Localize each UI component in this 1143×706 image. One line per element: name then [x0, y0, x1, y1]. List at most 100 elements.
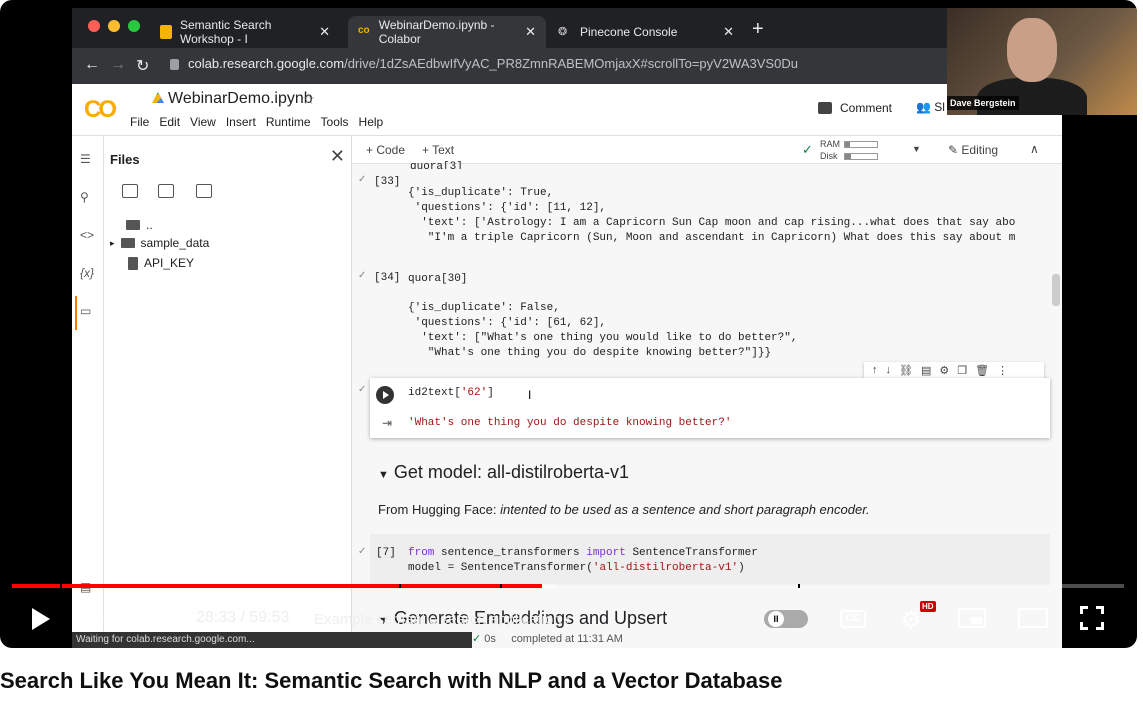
- lock-icon: [170, 59, 179, 70]
- chapter-marker: [500, 584, 502, 588]
- comment-button: Comment: [818, 101, 892, 115]
- active-cell: id2text['62'] I ⇥ 'What's one thing you …: [370, 378, 1050, 438]
- chapter-marker: [60, 584, 62, 588]
- cell-output: {'is_duplicate': False, 'questions': {'i…: [408, 302, 798, 359]
- close-icon: ✕: [723, 24, 734, 39]
- drive-icon: [152, 92, 164, 103]
- check-icon: ✓: [472, 633, 482, 645]
- theater-mode-button[interactable]: [1018, 608, 1048, 628]
- chevron-right-icon: ›: [565, 611, 571, 628]
- scrollbar-thumb: [1052, 274, 1060, 306]
- file-icon: [128, 256, 138, 270]
- browser-status: Waiting for colab.research.google.com...: [72, 632, 472, 648]
- colab-header: CO WebinarDemo.ipynb ☆ File Edit View In…: [72, 84, 1062, 136]
- chevron-up-icon: ∧: [1030, 142, 1039, 156]
- next-button[interactable]: [90, 608, 107, 628]
- menu-help: Help: [358, 115, 384, 129]
- cell-number: [34]: [374, 272, 401, 284]
- minimize-window-icon: [108, 20, 120, 32]
- code-snippets-icon: <>: [80, 228, 95, 242]
- folder-icon: [120, 238, 135, 248]
- colab-icon: co: [358, 25, 370, 36]
- caret-down-icon: ▼: [378, 469, 389, 481]
- close-icon: ✕: [525, 24, 536, 39]
- pinecone-icon: ❂: [558, 26, 568, 38]
- miniplayer-button[interactable]: [958, 608, 986, 628]
- colab-logo: CO: [84, 96, 117, 123]
- back-icon: ←: [84, 56, 100, 73]
- settings-button[interactable]: ⚙: [900, 606, 922, 635]
- text-cursor-icon: I: [528, 388, 532, 402]
- fullscreen-button[interactable]: [1080, 606, 1104, 630]
- time-display: 28:33 / 59:53: [196, 609, 290, 626]
- mount-drive-icon: [196, 184, 212, 198]
- variables-icon: {x}: [80, 266, 95, 280]
- browser-tabbar: Semantic Search Workshop - I ✕ co Webina…: [72, 8, 1062, 48]
- resource-meter: RAM Disk: [820, 138, 878, 162]
- captions-button[interactable]: CC: [840, 610, 866, 628]
- check-icon: ✓: [802, 142, 813, 157]
- url-text: colab.research.google.com/drive/1dZsAEdb…: [188, 56, 798, 71]
- cell-number: [7]: [376, 547, 396, 559]
- menu-insert: Insert: [225, 115, 256, 129]
- files-panel: Files ✕ .. ▸ sample_data API_KEY: [104, 136, 352, 648]
- star-icon: ☆: [302, 91, 316, 108]
- menu-bar: File Edit View Insert Runtime Tools Help: [130, 115, 383, 129]
- hd-badge: HD: [920, 601, 936, 612]
- browser-tab-workshop: Semantic Search Workshop - I ✕: [150, 16, 340, 48]
- forward-icon: →: [110, 56, 126, 73]
- run-cell-button: [376, 386, 394, 404]
- menu-file: File: [130, 115, 150, 129]
- browser-tab-colab: co WebinarDemo.ipynb - Colabor ✕: [348, 16, 546, 48]
- file-item-parent: ..: [126, 218, 153, 232]
- comment-icon: [818, 102, 832, 114]
- chapter-marker: [399, 584, 401, 588]
- cell-code: quora[30]: [408, 273, 468, 285]
- notebook-title: WebinarDemo.ipynb: [152, 90, 313, 108]
- video-player[interactable]: Semantic Search Workshop - I ✕ co Webina…: [0, 0, 1137, 648]
- browser-tab-pinecone: ❂ Pinecone Console ✕: [558, 24, 734, 39]
- add-code-button: + Code: [366, 143, 406, 157]
- folder-icon: ▭: [80, 304, 92, 318]
- window-controls: [88, 20, 140, 32]
- check-icon: ✓: [358, 384, 367, 395]
- menu-tools: Tools: [320, 115, 349, 129]
- refresh-folder-icon: [158, 184, 174, 198]
- video-title: Search Like You Mean It: Semantic Search…: [0, 668, 783, 693]
- section-heading: ▼ Get model: all-distilroberta-v1: [378, 462, 629, 482]
- section-description: From Hugging Face: intented to be used a…: [378, 502, 870, 517]
- file-item-sample-data: ▸ sample_data: [110, 236, 210, 250]
- cell-code: from sentence_transformers import Senten…: [408, 547, 758, 574]
- presenter-name: Dave Bergstein: [947, 96, 1019, 110]
- address-bar: ← → ↻ colab.research.google.com/drive/1d…: [72, 48, 1062, 84]
- check-icon: ✓: [358, 174, 367, 185]
- menu-edit: Edit: [159, 115, 181, 129]
- chevron-right-icon: ▸: [110, 237, 115, 248]
- check-icon: ✓: [358, 546, 367, 557]
- chapter-marker: [798, 584, 800, 588]
- output-icon: ⇥: [382, 416, 393, 430]
- partial-cell-code: quora[3]: [410, 161, 463, 169]
- code-cell-7: ✓ [7] from sentence_transformers import …: [358, 534, 1050, 586]
- active-cell-output: 'What's one thing you do despite knowing…: [408, 417, 732, 429]
- autoplay-toggle[interactable]: [764, 610, 808, 628]
- chevron-down-icon: ▼: [912, 144, 921, 154]
- notebook-area: + Code + Text ✓ RAM Disk ▼ ✎ Editing ∧ q…: [352, 136, 1062, 648]
- webcam-overlay: Dave Bergstein: [947, 8, 1137, 115]
- search-icon: ⚲: [80, 190, 89, 204]
- files-title: Files: [110, 152, 140, 167]
- progress-bar[interactable]: [12, 584, 1124, 588]
- cell-number: [33]: [374, 176, 401, 188]
- share-button: 👥 Sl: [916, 100, 945, 114]
- chapter-title[interactable]: Example semantic search application ›: [314, 611, 571, 628]
- slides-icon: [160, 25, 172, 39]
- upload-icon: [122, 184, 138, 198]
- active-cell-code: id2text['62']: [408, 387, 494, 399]
- reload-icon: ↻: [136, 58, 150, 75]
- play-button[interactable]: [32, 608, 50, 630]
- folder-icon: [126, 220, 140, 230]
- check-icon: ✓: [358, 270, 367, 281]
- menu-view: View: [190, 115, 216, 129]
- pencil-icon: ✎: [948, 143, 959, 157]
- execution-status: ✓ 0s completed at 11:31 AM: [472, 633, 623, 645]
